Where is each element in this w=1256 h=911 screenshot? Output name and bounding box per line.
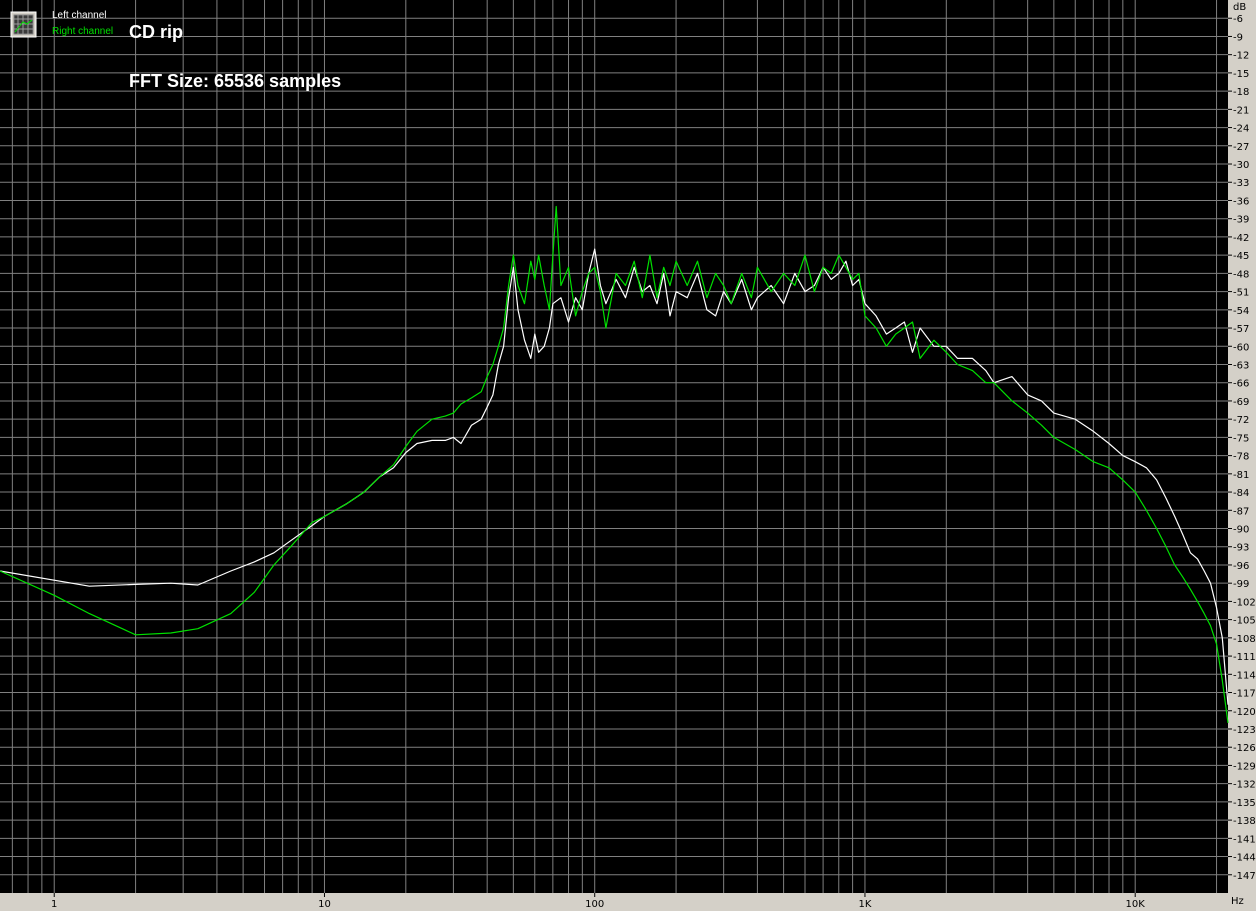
y-tick-label: -63 [1233, 360, 1249, 371]
y-tick-label: -66 [1233, 379, 1249, 390]
y-axis-unit: dB [1233, 2, 1246, 13]
y-tick-label: -123 [1233, 725, 1256, 736]
fft-size-label: FFT Size: 65536 samples [129, 71, 341, 91]
y-tick-label: -75 [1233, 433, 1249, 444]
y-tick-label: -54 [1233, 306, 1249, 317]
y-tick-label: -18 [1233, 87, 1249, 98]
y-tick-label: -51 [1233, 288, 1249, 299]
y-tick-label: -129 [1233, 761, 1256, 772]
spectrum-chart: -6 -9 -12 -15 -18 -21 -24 -27 -30 -33 -36 -39 -42 -45… [0, 0, 1256, 911]
x-tick-label: 1K [858, 899, 871, 910]
y-tick-label: -126 [1233, 743, 1256, 754]
y-tick-label: -78 [1233, 452, 1249, 463]
y-tick-label: -39 [1233, 215, 1249, 226]
y-tick-label: -27 [1233, 142, 1249, 153]
y-tick-label: -48 [1233, 269, 1249, 280]
y-tick-label: -57 [1233, 324, 1249, 335]
y-tick-label: -111 [1233, 652, 1256, 663]
y-tick-label: -36 [1233, 196, 1249, 207]
chart-title: CD rip [129, 22, 183, 42]
legend-right-channel: Right channel [52, 26, 113, 37]
y-tick-label: -141 [1233, 834, 1256, 845]
y-tick-label: -117 [1233, 689, 1256, 700]
y-tick-label: -33 [1233, 178, 1249, 189]
y-tick-label: -93 [1233, 543, 1249, 554]
y-tick-label: -69 [1233, 397, 1249, 408]
y-tick-label: -144 [1233, 853, 1256, 864]
y-tick-label: -6 [1233, 14, 1243, 25]
x-tick-label: 10K [1126, 899, 1146, 910]
y-tick-label: -120 [1233, 707, 1256, 718]
y-tick-label: -135 [1233, 798, 1256, 809]
y-tick-label: -9 [1233, 32, 1243, 43]
y-tick-label: -72 [1233, 415, 1249, 426]
y-tick-label: -45 [1233, 251, 1249, 262]
y-tick-label: -96 [1233, 561, 1249, 572]
x-tick-label: 100 [585, 899, 604, 910]
x-tick-label: 1 [51, 899, 57, 910]
y-tick-label: -87 [1233, 506, 1249, 517]
y-tick-label: -90 [1233, 525, 1249, 536]
y-tick-label: -15 [1233, 69, 1249, 80]
y-tick-label: -99 [1233, 579, 1249, 590]
y-tick-label: -30 [1233, 160, 1249, 171]
y-tick-label: -147 [1233, 871, 1256, 882]
y-tick-label: -60 [1233, 342, 1249, 353]
x-tick-label: 10 [318, 899, 331, 910]
y-tick-label: -24 [1233, 124, 1249, 135]
y-tick-label: -42 [1233, 233, 1249, 244]
y-tick-label: -132 [1233, 780, 1256, 791]
y-tick-label: -12 [1233, 51, 1249, 62]
y-tick-label: -114 [1233, 670, 1256, 681]
y-tick-label: -81 [1233, 470, 1249, 481]
spectrum-grid-icon[interactable] [10, 11, 37, 38]
y-tick-label: -138 [1233, 816, 1256, 827]
x-axis-unit: Hz [1231, 896, 1244, 907]
y-tick-label: -21 [1233, 105, 1249, 116]
y-tick-label: -102 [1233, 597, 1256, 608]
legend-left-channel: Left channel [52, 10, 107, 21]
y-tick-label: -108 [1233, 634, 1256, 645]
y-tick-label: -105 [1233, 616, 1256, 627]
plot-area [0, 0, 1228, 893]
y-tick-label: -84 [1233, 488, 1249, 499]
